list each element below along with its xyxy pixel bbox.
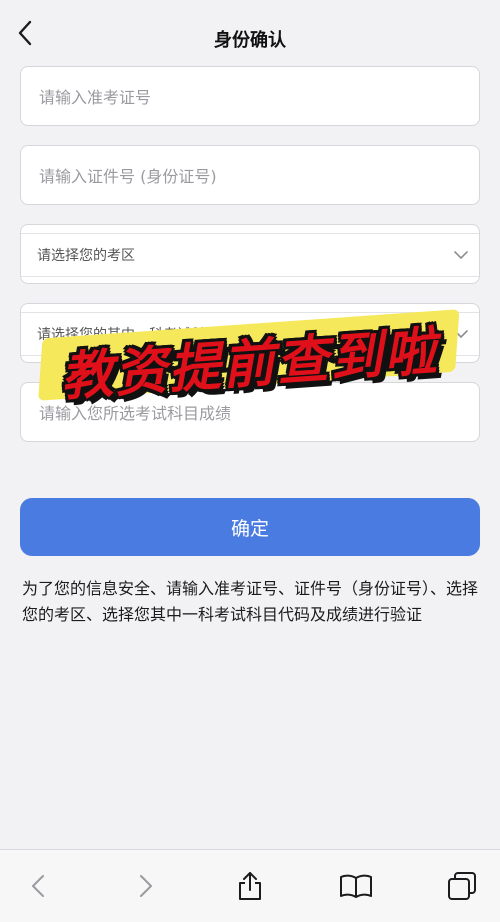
id-number-input[interactable]: 请输入证件号 (身份证号) bbox=[20, 145, 480, 205]
exam-number-placeholder: 请输入准考证号 bbox=[39, 88, 152, 107]
verification-note: 为了您的信息安全、请输入准考证号、证件号（身份证号）、选择您的考区、选择您其中一… bbox=[22, 579, 479, 624]
region-select[interactable]: 请选择您的考区 bbox=[21, 233, 479, 277]
tabs-icon bbox=[448, 872, 476, 900]
region-select-placeholder: 请选择您的考区 bbox=[37, 248, 135, 264]
region-select-container: 请选择您的考区 bbox=[20, 224, 480, 284]
exam-number-input[interactable]: 请输入准考证号 bbox=[20, 66, 480, 126]
page-title: 身份确认 bbox=[214, 30, 286, 51]
share-icon bbox=[239, 872, 261, 900]
share-button[interactable] bbox=[232, 868, 268, 904]
bookmarks-icon bbox=[340, 874, 372, 898]
forward-icon bbox=[140, 875, 152, 897]
browser-toolbar bbox=[0, 849, 500, 922]
bookmarks-button[interactable] bbox=[338, 868, 374, 904]
browser-forward-button[interactable] bbox=[128, 868, 164, 904]
browser-back-button[interactable] bbox=[20, 868, 56, 904]
nav-bar: 身份确认 bbox=[0, 0, 500, 64]
confirm-button[interactable]: 确定 bbox=[20, 498, 480, 556]
tabs-button[interactable] bbox=[444, 868, 480, 904]
chevron-down-icon bbox=[454, 251, 468, 259]
id-number-placeholder: 请输入证件号 (身份证号) bbox=[39, 167, 217, 186]
back-icon bbox=[32, 875, 44, 897]
